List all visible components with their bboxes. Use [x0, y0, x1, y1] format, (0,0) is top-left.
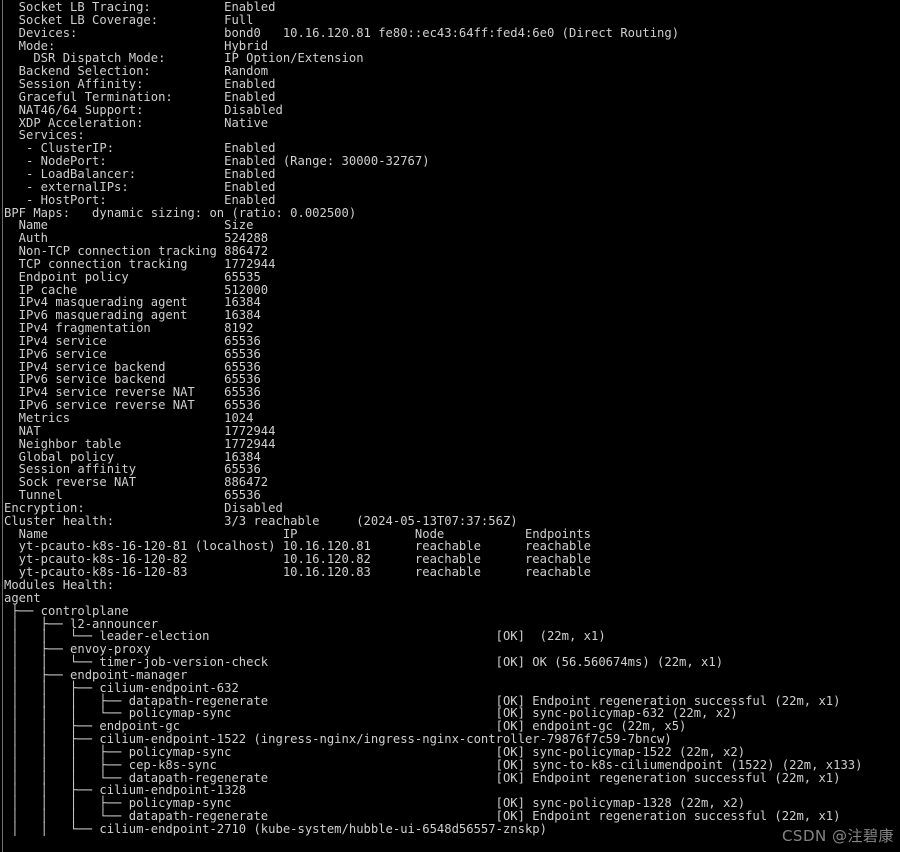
bpf-maps-row-9: IPv6 service 65536 [4, 346, 261, 361]
modules-health-row-0: agent [4, 590, 41, 605]
status-row-service-2: - LoadBalancer: Enabled [4, 166, 276, 181]
status-row-nat46-64-support: NAT46/64 Support: Disabled [4, 102, 283, 117]
bpf-maps-row-7: IPv4 fragmentation 8192 [4, 321, 254, 336]
bpf-maps-row-1: Non-TCP connection tracking 886472 [4, 244, 269, 259]
modules-health-row-1: ├── controlplane [4, 603, 129, 618]
modules-health-row-5: │ │ └── timer-job-version-check [OK] OK … [4, 655, 724, 670]
bpf-maps-row-14: Metrics 1024 [4, 411, 254, 425]
modules-health-row-7: │ │ ├── cilium-endpoint-632 [4, 680, 239, 695]
cluster-health-header: Cluster health: 3/3 reachable (2024-05-1… [4, 513, 518, 528]
status-row-xdp-acceleration: XDP Acceleration: Native [4, 115, 269, 130]
bpf-maps-row-2: TCP connection tracking 1772944 [4, 256, 276, 271]
bpf-maps-row-8: IPv4 service 65536 [4, 333, 261, 348]
status-row-session-affinity: Session Affinity: Enabled [4, 77, 276, 92]
bpf-maps-row-15: NAT 1772944 [4, 423, 276, 438]
modules-health-label: Modules Health: [4, 577, 115, 592]
status-row-devices: Devices: bond0 10.16.120.81 fe80::ec43:6… [4, 25, 680, 40]
modules-health-row-13: │ │ │ ├── cep-k8s-sync [OK] sync-to-k8s-… [4, 757, 863, 772]
status-row-encryption: Encryption: Disabled [4, 500, 283, 515]
status-row-service-3: - externalIPs: Enabled [4, 179, 276, 194]
bpf-maps-row-3: Endpoint policy 65535 [4, 269, 261, 284]
terminal-left-gutter [2, 0, 3, 852]
bpf-maps-row-20: Tunnel 65536 [4, 488, 261, 503]
bpf-maps-row-16: Neighbor table 1772944 [4, 436, 276, 451]
modules-health-row-12: │ │ │ ├── policymap-sync [OK] sync-polic… [4, 744, 746, 759]
status-row-socket-lb-tracing: Socket LB Tracing: Enabled [4, 0, 276, 14]
cluster-health-row-2: yt-pcauto-k8s-16-120-83 10.16.120.83 rea… [4, 565, 591, 580]
status-row-graceful-termination: Graceful Termination: Enabled [4, 89, 276, 104]
modules-health-row-6: │ ├── endpoint-manager [4, 667, 188, 682]
status-row-service-4: - HostPort: Enabled [4, 192, 276, 207]
status-row-socket-lb-coverage: Socket LB Coverage: Full [4, 12, 254, 27]
terminal-screen[interactable]: Socket LB Tracing: Enabled Socket LB Cov… [4, 1, 900, 852]
modules-health-row-18: │ │ └── cilium-endpoint-2710 (kube-syste… [4, 822, 547, 836]
modules-health-row-11: │ │ ├── cilium-endpoint-1522 (ingress-ng… [4, 732, 672, 747]
terminal-window: Socket LB Tracing: Enabled Socket LB Cov… [0, 0, 900, 852]
